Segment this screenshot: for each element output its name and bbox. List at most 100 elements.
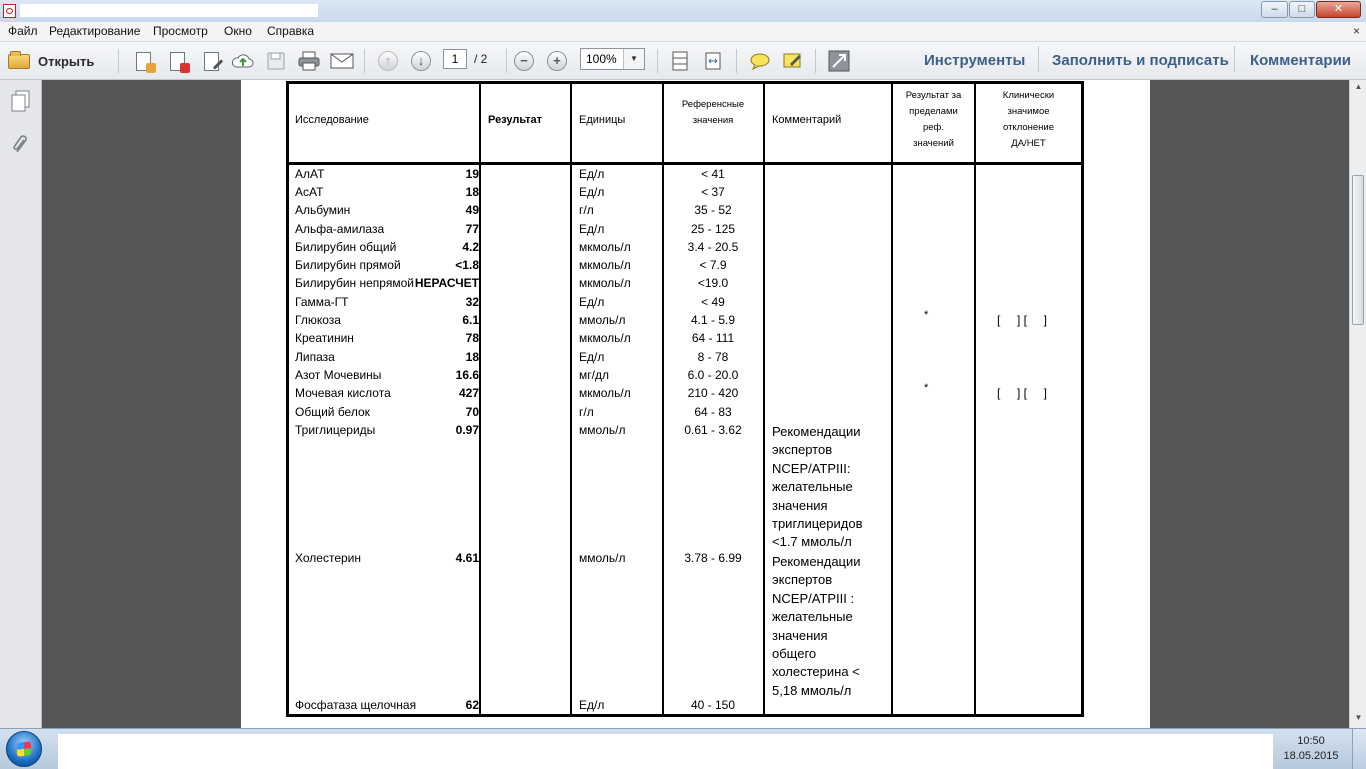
minimize-button[interactable]: –	[1261, 1, 1288, 18]
edit-pdf-button[interactable]	[199, 50, 223, 72]
row-reference: 35 - 52	[694, 203, 732, 217]
acrobat-icon	[3, 4, 16, 18]
comment-line: Рекомендации	[772, 554, 861, 569]
row-result: 6.1	[462, 313, 479, 327]
header-out-of-range-line: пределами	[909, 106, 958, 117]
row-study-name: Холестерин	[295, 551, 361, 565]
row-study-name: Билирубин общий	[295, 240, 397, 254]
header-comment: Комментарий	[772, 114, 842, 126]
row-result: 4.61	[455, 551, 479, 565]
create-pdf-icon	[135, 51, 156, 73]
toolbar-separator	[118, 49, 119, 73]
row-reference: 4.1 - 5.9	[690, 313, 736, 327]
row-reference: <19.0	[697, 276, 729, 290]
comment-line: NCEP/ATPIII:	[772, 460, 851, 476]
row-reference: < 37	[701, 185, 725, 199]
row-units: Ед/л	[579, 295, 605, 309]
row-result: 16.6	[455, 368, 479, 382]
row-units: мкмоль/л	[579, 240, 631, 254]
create-pdf-button[interactable]	[131, 50, 156, 73]
save-button[interactable]	[264, 50, 288, 72]
row-study-name: Азот Мочевины	[295, 368, 382, 382]
comment-line: NCEP/ATPIII :	[772, 590, 855, 606]
document-viewport[interactable]: Исследование Результат Единицы Референсн…	[42, 80, 1349, 728]
zoom-out-button[interactable]: −	[512, 50, 536, 72]
page-thumbnails-button[interactable]	[10, 90, 32, 117]
taskbar: 10:50 18.05.2015	[0, 728, 1366, 769]
add-comment-button[interactable]	[748, 50, 772, 72]
row-units: Ед/л	[579, 167, 605, 181]
zoom-in-button[interactable]: +	[545, 50, 569, 72]
row-study-name: АсАТ	[295, 185, 324, 199]
print-button[interactable]	[297, 50, 321, 72]
row-study-name: Креатинин	[295, 331, 354, 345]
export-pdf-icon	[169, 51, 190, 73]
highlight-button[interactable]	[781, 50, 805, 72]
comment-line: желательные	[772, 479, 853, 495]
row-study-name: Мочевая кислота	[295, 386, 391, 400]
header-reference-line: Референсные	[681, 99, 745, 110]
title-bar: – □ ✕	[0, 0, 1366, 22]
comment-line: экспертов	[772, 442, 833, 458]
comment-line: общего	[772, 646, 817, 662]
menu-help[interactable]: Справка	[267, 24, 314, 38]
row-study-name: Общий белок	[295, 405, 370, 419]
close-document-button[interactable]: ×	[1353, 24, 1360, 38]
previous-page-button[interactable]: ↑	[376, 50, 400, 72]
row-reference: < 41	[701, 167, 725, 181]
expand-button[interactable]	[827, 50, 851, 72]
fit-page-button[interactable]	[668, 50, 692, 72]
menu-window[interactable]: Окно	[224, 24, 252, 38]
table-gridline	[479, 84, 481, 714]
attachments-button[interactable]	[10, 132, 32, 161]
toolbar-separator	[364, 49, 365, 73]
row-result: 18	[465, 185, 479, 199]
vertical-scrollbar[interactable]: ▲ ▼	[1349, 80, 1366, 728]
scroll-up-arrow-icon[interactable]: ▲	[1352, 82, 1365, 95]
fill-sign-pane-button[interactable]: Заполнить и подписать	[1052, 52, 1229, 69]
scroll-down-arrow-icon[interactable]: ▼	[1352, 713, 1365, 726]
cholesterol-comment: Рекомендации экспертов NCEP/ATPIII : желате…	[772, 553, 890, 700]
folder-icon	[8, 50, 30, 69]
menu-edit[interactable]: Редактирование	[49, 24, 140, 38]
row-out-of-range-flag: *	[924, 309, 929, 321]
navigation-panel	[0, 80, 42, 728]
email-button[interactable]	[330, 50, 354, 72]
start-button[interactable]	[6, 731, 42, 767]
plus-icon: +	[547, 51, 567, 71]
fit-width-button[interactable]	[701, 50, 725, 72]
cloud-upload-icon	[231, 54, 254, 68]
paperclip-icon	[13, 135, 27, 153]
system-clock[interactable]: 10:50 18.05.2015	[1276, 734, 1346, 764]
next-page-button[interactable]: ↓	[409, 50, 433, 72]
row-result: НЕРАСЧЕТ	[414, 276, 479, 290]
comment-line: <1.7 ммоль/л	[772, 534, 852, 550]
row-result: 18	[465, 350, 479, 364]
row-study-name: Фосфатаза щелочная	[295, 698, 417, 712]
close-button[interactable]: ✕	[1316, 1, 1361, 18]
header-reference-line: значения	[692, 115, 734, 126]
row-result: 49	[465, 203, 479, 217]
row-units: г/л	[579, 405, 594, 419]
header-clinical-line: отклонение	[1003, 122, 1054, 133]
open-button[interactable]: Открыть	[8, 49, 108, 73]
maximize-button[interactable]: □	[1289, 1, 1315, 18]
comments-pane-button[interactable]: Комментарии	[1250, 52, 1351, 69]
scroll-thumb[interactable]	[1352, 175, 1364, 325]
tools-pane-button[interactable]: Инструменты	[924, 52, 1025, 69]
arrow-up-icon: ↑	[378, 51, 398, 71]
comment-line: значения	[772, 497, 828, 513]
cloud-upload-button[interactable]	[231, 50, 255, 72]
taskbar-apps	[58, 734, 1273, 769]
export-pdf-button[interactable]	[165, 50, 190, 73]
menu-view[interactable]: Просмотр	[153, 24, 208, 38]
header-clinical: Клинически значимое отклонение ДА/НЕТ	[976, 88, 1081, 152]
zoom-select[interactable]: 100% ▼	[580, 48, 645, 70]
row-units: мкмоль/л	[579, 331, 631, 345]
row-units: Ед/л	[579, 222, 605, 236]
menu-file[interactable]: Файл	[8, 24, 38, 38]
page-number-input[interactable]	[443, 49, 467, 69]
row-clinical-checkboxes: [ ] [ ]	[997, 313, 1048, 327]
show-desktop-button[interactable]	[1352, 729, 1366, 769]
header-clinical-line: ДА/НЕТ	[1011, 138, 1046, 149]
